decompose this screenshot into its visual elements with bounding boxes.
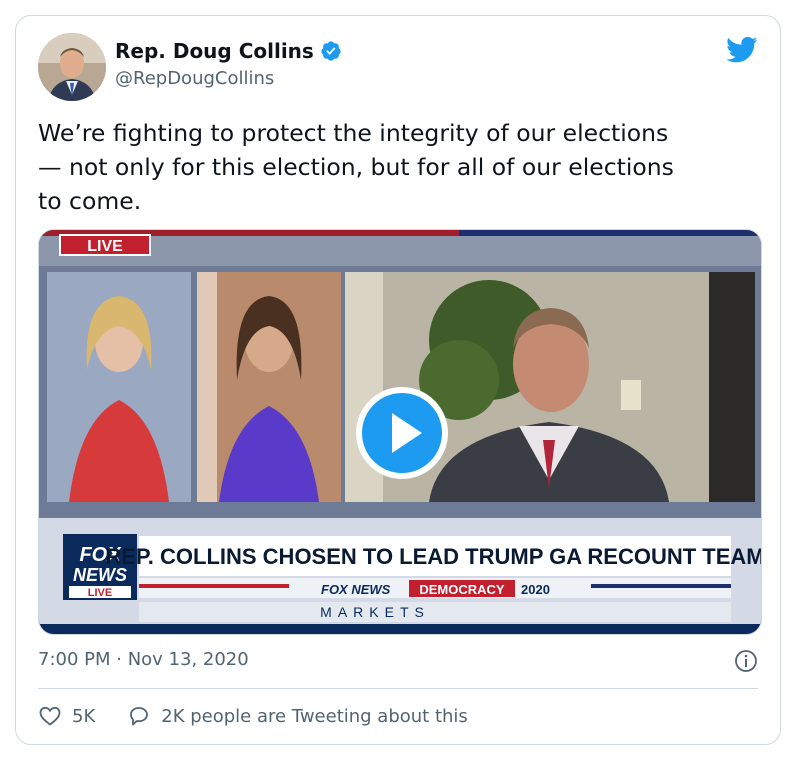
divider	[38, 688, 758, 689]
video-player[interactable]: LIVE FOX NEWS LIVE REP. COLLINS CHOSEN T…	[38, 229, 762, 635]
twitter-bird-icon[interactable]	[726, 36, 758, 64]
verified-badge-icon	[321, 41, 341, 61]
play-button-icon[interactable]	[354, 385, 450, 481]
author-display-name[interactable]: Rep. Doug Collins	[115, 39, 314, 63]
author-avatar[interactable]	[38, 33, 106, 101]
conversation-link[interactable]: 2K people are Tweeting about this	[127, 704, 468, 728]
chyron-year: 2020	[521, 582, 550, 597]
tweet-text: We’re fighting to protect the integrity …	[38, 119, 674, 215]
chyron-headline: REP. COLLINS CHOSEN TO LEAD TRUMP GA REC…	[105, 544, 762, 569]
live-badge: LIVE	[87, 238, 123, 255]
author-handle[interactable]: @RepDougCollins	[115, 68, 274, 89]
chyron-democracy: DEMOCRACY	[419, 582, 505, 597]
like-button[interactable]: 5K	[38, 704, 95, 728]
ticker-label: MARKETS	[320, 604, 430, 620]
fox-logo-live: LIVE	[88, 587, 112, 599]
info-icon[interactable]	[734, 649, 758, 673]
heart-icon	[39, 706, 61, 726]
like-count: 5K	[72, 705, 96, 727]
tweet-embed-card[interactable]: Rep. Doug Collins @RepDougCollins We’re …	[15, 15, 781, 745]
chyron-fox-news: FOX NEWS	[321, 582, 391, 597]
reply-bubble-icon	[130, 707, 149, 726]
tweeting-count: 2K people are Tweeting about this	[161, 705, 468, 727]
tweet-timestamp[interactable]: 7:00 PM · Nov 13, 2020	[38, 649, 249, 670]
